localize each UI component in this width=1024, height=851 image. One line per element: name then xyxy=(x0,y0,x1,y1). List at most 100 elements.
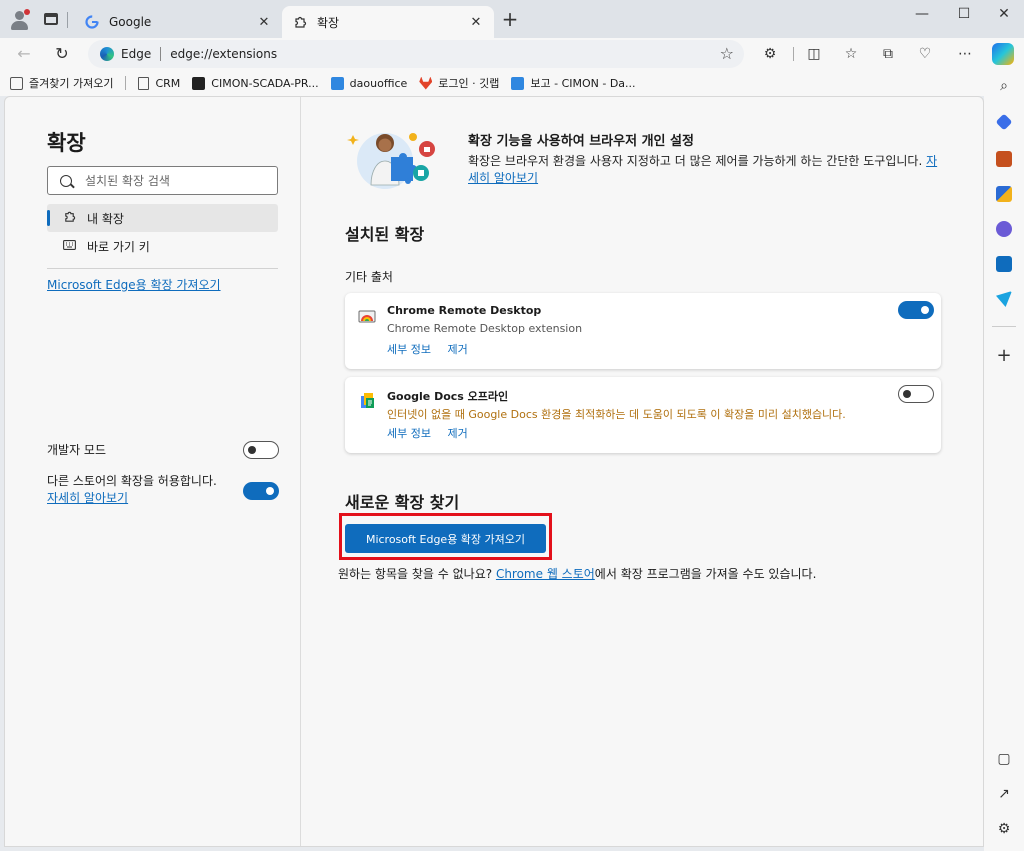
tab-title: 확장 xyxy=(317,15,340,30)
gitlab-icon xyxy=(419,76,433,90)
new-tab-button[interactable]: + xyxy=(498,8,522,32)
sidebar-item-shortcuts[interactable]: 바로 가기 키 xyxy=(47,232,278,260)
games-icon[interactable] xyxy=(996,186,1012,202)
get-extensions-button[interactable]: Microsoft Edge용 확장 가져오기 xyxy=(345,524,546,553)
extension-name: Google Docs 오프라인 xyxy=(387,390,509,403)
allow-other-stores-toggle[interactable] xyxy=(243,482,279,500)
favorite-gitlab[interactable]: 로그인 · 깃랩 xyxy=(419,75,499,91)
url-text[interactable]: edge://extensions xyxy=(170,47,277,61)
cant-find-text: 원하는 항목을 찾을 수 없나요? Chrome 웹 스토어에서 확장 프로그램… xyxy=(338,565,816,582)
close-tab-icon[interactable]: ✕ xyxy=(468,15,484,30)
favorites-icon[interactable]: ☆ xyxy=(839,42,863,66)
close-tab-icon[interactable]: ✕ xyxy=(256,15,272,30)
favorites-separator xyxy=(125,76,127,90)
more-menu-icon[interactable]: ⋯ xyxy=(953,42,977,66)
tools-icon[interactable] xyxy=(996,151,1012,167)
favorite-star-icon[interactable]: ☆ xyxy=(720,44,734,63)
allow-other-stores-text: 다른 스토어의 확장을 허용합니다. 자세히 알아보기 xyxy=(47,473,242,507)
refresh-button[interactable]: ↻ xyxy=(50,42,74,66)
tab-extensions[interactable]: 확장 ✕ xyxy=(282,6,494,38)
allow-other-stores-label: 다른 스토어의 확장을 허용합니다. xyxy=(47,474,217,488)
address-bar[interactable]: Edge edge://extensions ☆ xyxy=(88,40,744,68)
extension-enable-toggle[interactable] xyxy=(898,301,934,319)
sidebar-item-my-extensions[interactable]: 내 확장 xyxy=(47,204,278,232)
settings-icon[interactable]: ⚙ xyxy=(994,821,1014,837)
page-title: 확장 xyxy=(47,131,86,155)
favorite-scada[interactable]: CIMON-SCADA-PR... xyxy=(192,76,319,90)
toolbar-separator xyxy=(793,47,794,61)
sidebar-separator xyxy=(992,326,1016,327)
document-icon xyxy=(138,76,150,90)
tab-bar: Google ✕ 확장 ✕ + — ☐ ✕ xyxy=(0,0,1024,38)
search-box[interactable] xyxy=(47,166,278,195)
favorite-label: CIMON-SCADA-PR... xyxy=(211,76,319,90)
search-icon[interactable]: ⌕ xyxy=(994,78,1014,94)
split-screen-icon[interactable]: ◫ xyxy=(802,42,826,66)
tab-actions-icon[interactable] xyxy=(44,13,58,25)
back-button[interactable]: ← xyxy=(12,42,36,66)
extension-card: Google Docs 오프라인 인터넷이 없을 때 Google Docs 환… xyxy=(345,377,941,453)
maximize-button[interactable]: ☐ xyxy=(944,0,984,30)
close-window-button[interactable]: ✕ xyxy=(984,0,1024,30)
hide-sidebar-icon[interactable]: ▢ xyxy=(994,751,1014,767)
site-label: Edge xyxy=(121,47,152,61)
sidebar-item-label: 바로 가기 키 xyxy=(87,239,150,254)
chrome-web-store-link[interactable]: Chrome 웹 스토어 xyxy=(496,567,595,581)
extensions-page: 확장 내 확장 바로 가기 키 Microsoft Edge용 확장 가져오기 … xyxy=(4,96,984,847)
puzzle-icon xyxy=(61,210,77,226)
favorite-label: daouoffice xyxy=(349,76,408,90)
remote-desktop-icon xyxy=(358,308,376,326)
collections-icon[interactable]: ⧉ xyxy=(876,42,900,66)
extensions-toolbar-icon[interactable]: ⚙ xyxy=(758,42,782,66)
profile-avatar-icon[interactable] xyxy=(9,9,31,31)
extension-description: Chrome Remote Desktop extension xyxy=(387,322,583,335)
extensions-icon xyxy=(292,14,308,30)
extensions-illustration xyxy=(345,123,445,195)
favorite-daouoffice[interactable]: daouoffice xyxy=(330,76,408,90)
outlook-icon[interactable] xyxy=(996,256,1012,272)
google-docs-icon xyxy=(358,392,376,410)
navigation-bar: ← ↻ Edge edge://extensions ☆ ⚙ ◫ ☆ ⧉ ♡ ⋯ xyxy=(0,38,1024,70)
details-link[interactable]: 세부 정보 xyxy=(387,427,431,440)
google-icon xyxy=(84,14,100,30)
import-favorites-icon xyxy=(10,76,23,90)
search-input[interactable] xyxy=(85,173,265,188)
daou-icon xyxy=(330,76,344,90)
favorite-import[interactable]: 즐겨찾기 가져오기 xyxy=(10,75,113,91)
add-icon[interactable]: + xyxy=(994,345,1014,366)
tab-google[interactable]: Google ✕ xyxy=(74,6,282,38)
sidebar-item-label: 내 확장 xyxy=(87,211,124,226)
details-link[interactable]: 세부 정보 xyxy=(387,343,431,356)
sidebar-divider xyxy=(47,268,278,269)
learn-more-link[interactable]: 자세히 알아보기 xyxy=(47,491,128,505)
tab-separator xyxy=(67,12,68,28)
open-external-icon[interactable]: ↗ xyxy=(994,786,1014,802)
address-divider xyxy=(160,47,162,61)
copilot-icon[interactable] xyxy=(992,43,1014,65)
hero-description-text: 확장은 브라우저 환경을 사용자 지정하고 더 많은 제어를 가능하게 하는 간… xyxy=(468,154,923,168)
extensions-main: 확장 기능을 사용하여 브라우저 개인 설정 확장은 브라우저 환경을 사용자 … xyxy=(302,97,983,846)
tab-title: Google xyxy=(109,15,152,29)
favorite-report[interactable]: 보고 - CIMON - Da... xyxy=(511,75,636,91)
remove-link[interactable]: 제거 xyxy=(447,343,467,356)
installed-heading: 설치된 확장 xyxy=(345,225,425,244)
daou-icon xyxy=(511,76,525,90)
remove-link[interactable]: 제거 xyxy=(447,427,467,440)
microsoft365-icon[interactable] xyxy=(996,221,1012,237)
cant-find-prefix: 원하는 항목을 찾을 수 없나요? xyxy=(338,567,493,581)
get-extensions-link[interactable]: Microsoft Edge용 확장 가져오기 xyxy=(47,276,221,293)
minimize-button[interactable]: — xyxy=(902,0,942,30)
extension-enable-toggle[interactable] xyxy=(898,385,934,403)
extension-actions: 세부 정보 제거 xyxy=(387,341,481,357)
favorite-label: 로그인 · 깃랩 xyxy=(438,77,500,90)
send-icon[interactable] xyxy=(996,291,1012,307)
favorite-crm[interactable]: CRM xyxy=(138,76,181,90)
extensions-sidebar: 확장 내 확장 바로 가기 키 Microsoft Edge용 확장 가져오기 … xyxy=(5,97,301,846)
hero-description: 확장은 브라우저 환경을 사용자 지정하고 더 많은 제어를 가능하게 하는 간… xyxy=(468,153,948,187)
favorite-label: CRM xyxy=(155,76,181,90)
browser-essentials-icon[interactable]: ♡ xyxy=(913,42,937,66)
shopping-tag-icon[interactable] xyxy=(995,113,1013,131)
cant-find-suffix: 에서 확장 프로그램을 가져올 수도 있습니다. xyxy=(594,567,817,581)
developer-mode-toggle[interactable] xyxy=(243,441,279,459)
developer-mode-label: 개발자 모드 xyxy=(47,443,107,457)
